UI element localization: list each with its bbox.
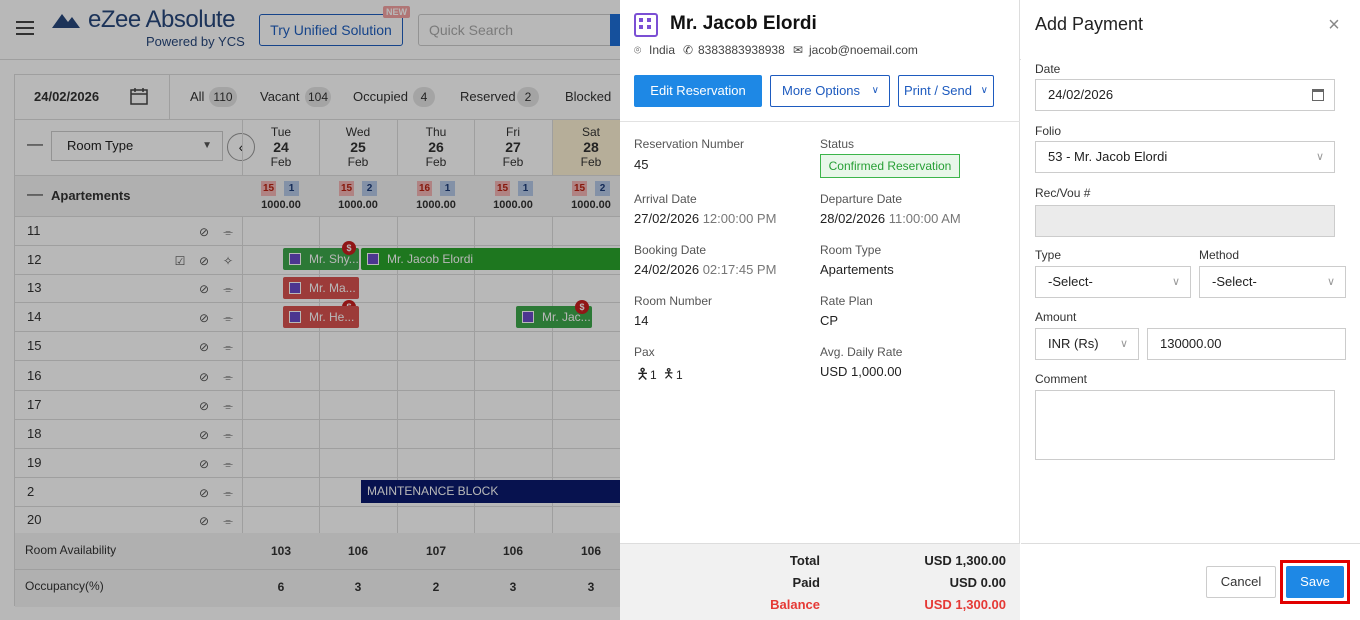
chevron-down-icon: ∨: [1171, 276, 1180, 288]
balance-label: Balance: [770, 597, 820, 612]
date-value: 24/02/2026: [1048, 87, 1114, 102]
adr-value: USD 1,000.00: [820, 364, 902, 379]
more-options-button[interactable]: More Options ∨: [770, 75, 890, 107]
arrival-value: 27/02/2026 12:00:00 PM: [634, 211, 777, 226]
balance-value: USD 1,300.00: [924, 597, 1006, 612]
location-icon: ⌾: [634, 43, 642, 57]
booking-date-value: 24/02/2026 02:17:45 PM: [634, 262, 777, 277]
building-icon: [634, 13, 658, 37]
adult-icon: 🯅: [636, 366, 650, 383]
chevron-down-icon: ∨: [980, 85, 988, 96]
arrival-label: Arrival Date: [634, 192, 697, 206]
modal-backdrop[interactable]: [0, 0, 620, 620]
rate-plan-value: CP: [820, 313, 839, 328]
res-number-value: 45: [634, 157, 649, 172]
calendar-icon[interactable]: [1312, 89, 1324, 101]
chevron-down-icon: ∨: [871, 85, 879, 96]
pax-adult: 1: [650, 368, 657, 382]
room-number-label: Room Number: [634, 294, 713, 308]
rec-vou-label: Rec/Vou #: [1035, 186, 1091, 200]
paid-label: Paid: [792, 575, 820, 590]
comment-textarea[interactable]: [1035, 390, 1335, 460]
guest-country: India: [649, 43, 676, 57]
departure-label: Departure Date: [820, 192, 903, 206]
method-label: Method: [1199, 248, 1240, 262]
chevron-down-icon: ∨: [1315, 151, 1324, 163]
pax-label: Pax: [634, 345, 655, 359]
comment-label: Comment: [1035, 372, 1088, 386]
res-number-label: Reservation Number: [634, 137, 745, 151]
amount-label: Amount: [1035, 310, 1077, 324]
more-options-label: More Options: [782, 83, 861, 98]
guest-phone: 8383883938938: [698, 43, 785, 57]
date-field[interactable]: 24/02/2026: [1035, 79, 1335, 111]
save-button[interactable]: Save: [1286, 566, 1344, 598]
adr-label: Avg. Daily Rate: [820, 345, 903, 359]
phone-icon: ✆: [683, 43, 694, 57]
type-value: -Select-: [1048, 274, 1093, 289]
room-number-value: 14: [634, 313, 649, 328]
edit-reservation-button[interactable]: Edit Reservation: [634, 75, 762, 107]
chevron-down-icon: ∨: [1119, 338, 1128, 350]
type-label: Type: [1035, 248, 1062, 262]
reservation-panel: Mr. Jacob Elordi ⌾ India ✆ 8383883938938…: [620, 0, 1020, 620]
paid-value: USD 0.00: [949, 575, 1006, 590]
room-type-label: Room Type: [820, 243, 882, 257]
total-value: USD 1,300.00: [924, 553, 1006, 568]
guest-email: jacob@noemail.com: [809, 43, 918, 57]
guest-name: Mr. Jacob Elordi: [670, 13, 817, 34]
add-payment-title: Add Payment: [1035, 14, 1144, 34]
departure-value: 28/02/2026 11:00:00 AM: [820, 211, 961, 226]
add-payment-panel: Add Payment × Date 24/02/2026 Folio 53 -…: [1021, 0, 1360, 620]
method-value: -Select-: [1212, 274, 1257, 289]
close-icon[interactable]: ×: [1325, 15, 1343, 35]
rate-plan-label: Rate Plan: [820, 294, 873, 308]
currency-select[interactable]: INR (Rs) ∨: [1035, 328, 1139, 360]
mail-icon: ✉: [793, 43, 804, 57]
status-label: Status: [820, 137, 855, 151]
status-badge: Confirmed Reservation: [820, 154, 960, 178]
booking-date-label: Booking Date: [634, 243, 707, 257]
amount-input[interactable]: 130000.00: [1147, 328, 1346, 360]
pax-child: 1: [676, 368, 683, 382]
folio-label: Folio: [1035, 124, 1062, 138]
currency-value: INR (Rs): [1048, 336, 1099, 351]
chevron-down-icon: ∨: [1326, 276, 1335, 288]
folio-select[interactable]: 53 - Mr. Jacob Elordi ∨: [1035, 141, 1335, 173]
room-type-value: Apartements: [820, 262, 894, 277]
total-label: Total: [789, 553, 820, 568]
rec-vou-field: [1035, 205, 1335, 237]
date-label: Date: [1035, 62, 1061, 76]
type-select[interactable]: -Select- ∨: [1035, 266, 1191, 298]
print-send-button[interactable]: Print / Send ∨: [898, 75, 994, 107]
child-icon: 🯅: [663, 366, 675, 381]
method-select[interactable]: -Select- ∨: [1199, 266, 1346, 298]
folio-value: 53 - Mr. Jacob Elordi: [1048, 149, 1168, 164]
print-send-label: Print / Send: [904, 83, 972, 98]
cancel-button[interactable]: Cancel: [1206, 566, 1276, 598]
totals-section: Total USD 1,300.00 Paid USD 0.00 Balance…: [620, 543, 1020, 620]
